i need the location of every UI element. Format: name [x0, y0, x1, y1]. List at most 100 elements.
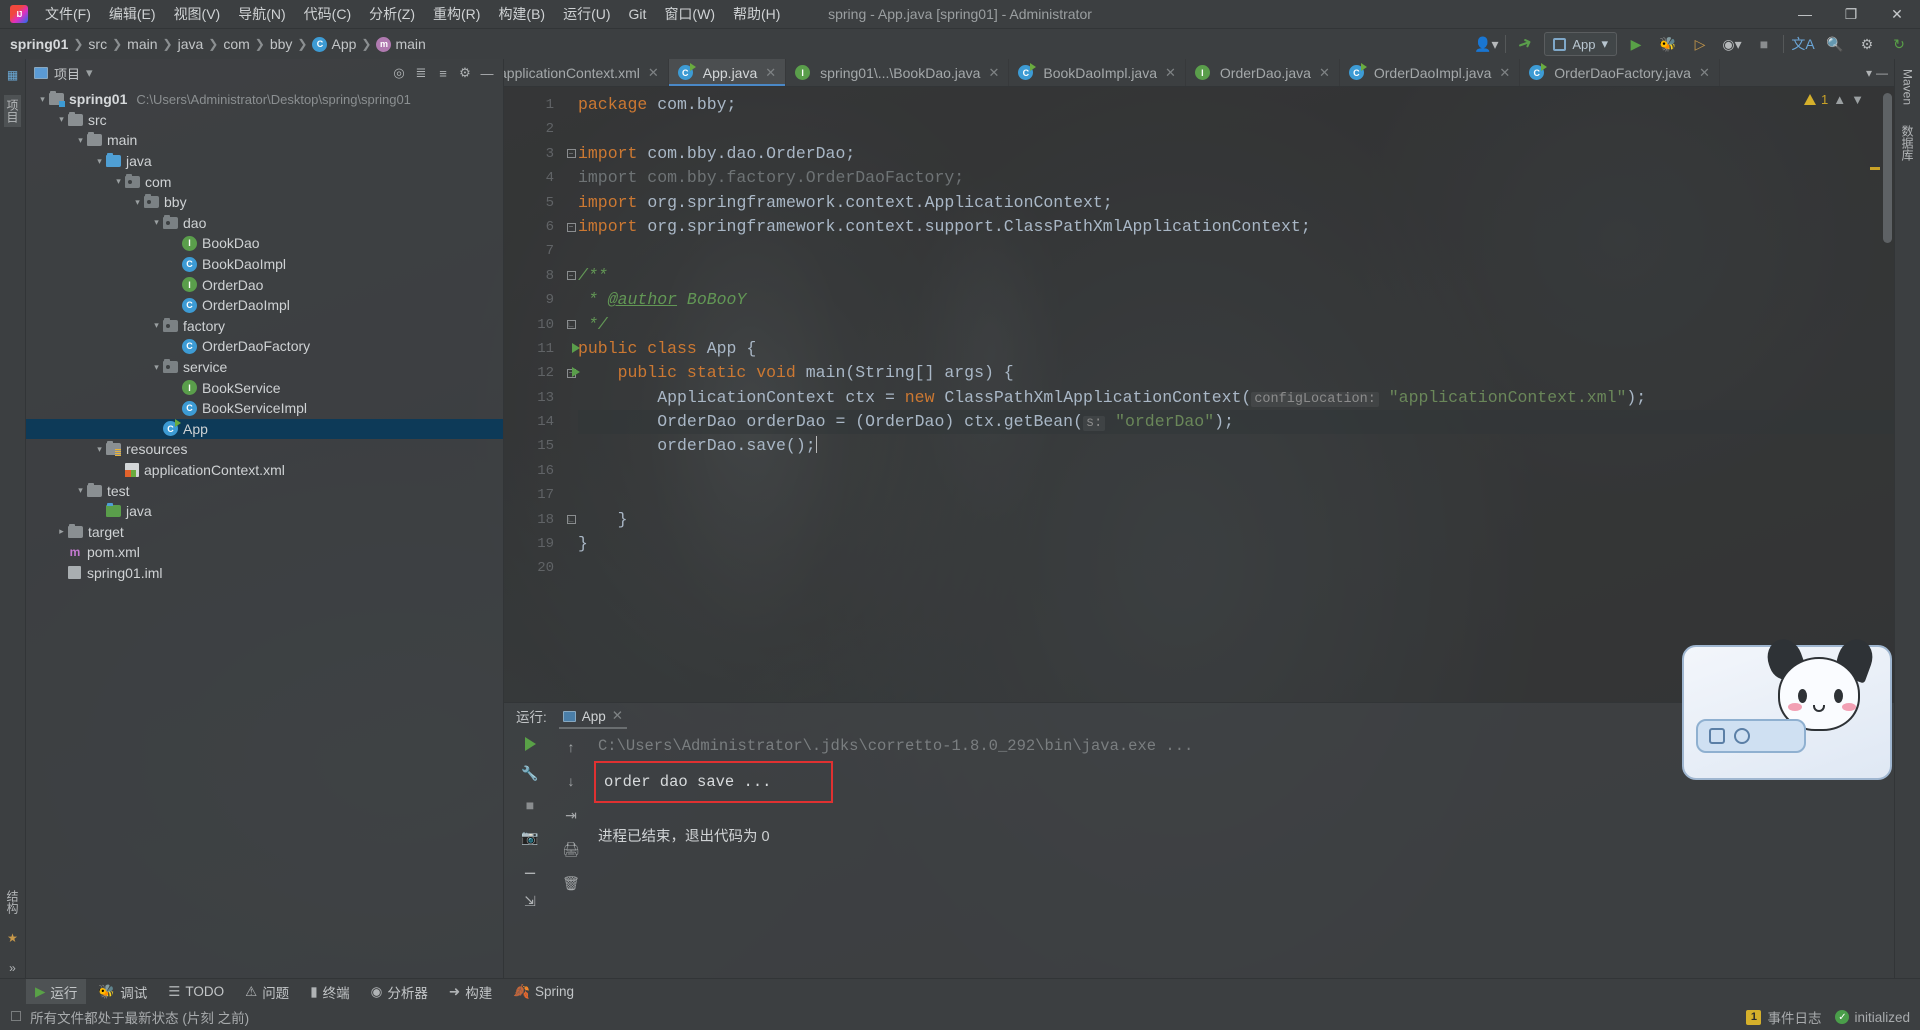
breadcrumb-main-method[interactable]: main [395, 36, 425, 52]
code-line[interactable]: * @author BoBooY [578, 288, 1894, 312]
code-line[interactable]: public static void main(String[] args) { [578, 361, 1894, 385]
hide-icon[interactable]: — [1876, 66, 1888, 80]
expand-rail-icon[interactable]: » [3, 958, 23, 978]
editor-vertical-scrollbar[interactable] [1883, 87, 1892, 702]
menu-git[interactable]: Git [620, 3, 656, 25]
code-folding-column[interactable]: − − − ∟ − ∟ [564, 87, 578, 702]
tree-expand-arrow[interactable]: ▾ [93, 506, 106, 517]
fold-marker[interactable]: ∟ [564, 508, 578, 532]
scroll-up-icon[interactable]: ↑ [560, 737, 582, 757]
tree-node-bookdao[interactable]: ▾I BookDao [26, 233, 503, 254]
tree-node-java[interactable]: ▾ java [26, 151, 503, 172]
menu-build[interactable]: 构建(B) [489, 1, 554, 27]
editor-tab-spring01-bookdao-java[interactable]: Ispring01\...\BookDao.java ✕ [786, 59, 1010, 86]
rail-item-structure[interactable]: 结构 [4, 886, 21, 918]
tree-expand-arrow[interactable]: ▾ [169, 341, 182, 352]
code-line[interactable]: */ [578, 313, 1894, 337]
menu-file[interactable]: 文件(F) [36, 1, 100, 27]
code-line[interactable]: import com.bby.factory.OrderDaoFactory; [578, 166, 1894, 190]
code-line[interactable]: orderDao.save(); [578, 434, 1894, 458]
code-line[interactable]: import org.springframework.context.Appli… [578, 191, 1894, 215]
tool-window-spring[interactable]: 🍂 Spring [504, 981, 583, 1003]
maximize-button[interactable]: ❐ [1828, 0, 1874, 29]
tree-expand-arrow[interactable]: ▾ [74, 485, 87, 496]
tree-node-spring01[interactable]: ▾ spring01 C:\Users\Administrator\Desktop\… [26, 89, 503, 110]
fold-marker[interactable]: − [564, 142, 578, 166]
stop-icon[interactable]: ■ [1751, 32, 1777, 56]
menu-window[interactable]: 窗口(W) [655, 1, 724, 27]
build-hammer-icon[interactable]: ➜ [1509, 28, 1542, 59]
rail-item-project[interactable]: 项目 [4, 95, 21, 127]
code-line[interactable]: ApplicationContext ctx = new ClassPathXm… [578, 386, 1894, 410]
fold-end-icon[interactable]: ∟ [566, 515, 576, 525]
tree-node-main[interactable]: ▾ main [26, 130, 503, 151]
chevron-down-icon[interactable]: ▼ [1851, 92, 1864, 107]
fold-collapse-icon[interactable]: − [566, 222, 576, 232]
editor-tab-applicationcontext-xml[interactable]: applicationContext.xml ✕ [504, 59, 669, 86]
user-icon[interactable]: 👤▾ [1473, 32, 1499, 56]
collapse-all-icon[interactable]: ≡ [433, 63, 453, 83]
fold-marker[interactable]: ∟ [564, 313, 578, 337]
tree-node-target[interactable]: ▸ target [26, 521, 503, 542]
profiler-icon[interactable]: ◉▾ [1719, 32, 1745, 56]
settings-icon[interactable]: ⚙ [455, 63, 475, 83]
code-line[interactable]: } [578, 508, 1894, 532]
tree-node-orderdaoimpl[interactable]: ▾C OrderDaoImpl [26, 295, 503, 316]
code-line[interactable] [578, 239, 1894, 263]
tree-expand-arrow[interactable]: ▾ [169, 238, 182, 249]
tree-node-factory[interactable]: ▾ factory [26, 316, 503, 337]
clear-all-icon[interactable]: 🗑 [560, 873, 582, 893]
menu-code[interactable]: 代码(C) [295, 1, 360, 27]
search-icon[interactable]: 🔍 [1822, 32, 1848, 56]
inspection-status[interactable]: 1 ▲ ▼ [1804, 92, 1864, 107]
code-line[interactable]: import org.springframework.context.suppo… [578, 215, 1894, 239]
menu-analyze[interactable]: 分析(Z) [360, 1, 424, 27]
menu-view[interactable]: 视图(V) [165, 1, 230, 27]
code-line[interactable]: OrderDao orderDao = (OrderDao) ctx.getBe… [578, 410, 1894, 435]
breadcrumb-bby[interactable]: bby [270, 36, 293, 52]
run-icon[interactable]: ▶ [1623, 32, 1649, 56]
tool-window--[interactable]: ◉ 分析器 [362, 979, 437, 1005]
tree-node-src[interactable]: ▾ src [26, 110, 503, 131]
tree-node-app[interactable]: ▾CApp [26, 418, 503, 440]
run-tab-app[interactable]: App ✕ [555, 706, 631, 729]
close-icon[interactable]: ✕ [648, 65, 659, 81]
tree-expand-arrow[interactable]: ▾ [74, 135, 87, 146]
close-icon[interactable]: ✕ [1499, 65, 1510, 81]
menu-refactor[interactable]: 重构(R) [424, 1, 489, 27]
tree-node-resources[interactable]: ▾ resources [26, 439, 503, 460]
code-line[interactable]: package com.bby; [578, 93, 1894, 117]
editor-tab-app-java[interactable]: C App.java ✕ [668, 59, 787, 86]
rerun-icon[interactable] [524, 737, 536, 751]
run-coverage-icon[interactable]: ▷ [1687, 32, 1713, 56]
tree-expand-arrow[interactable]: ▾ [112, 176, 125, 187]
close-icon[interactable]: ✕ [1165, 65, 1176, 81]
tree-expand-arrow[interactable]: ▾ [150, 362, 163, 373]
fold-collapse-icon[interactable]: − [566, 149, 576, 159]
tree-node-java[interactable]: ▾ java [26, 501, 503, 522]
breadcrumb-com[interactable]: com [223, 36, 249, 52]
tree-expand-arrow[interactable]: ▾ [150, 320, 163, 331]
close-button[interactable]: ✕ [1874, 0, 1920, 29]
tool-window-bar[interactable]: ▶ 运行 🐝 调试 ☰ TODO ⚠ 问题 ▮ 终端 ◉ 分析器 ➜ 构建 🍂 Spring [0, 978, 1920, 1005]
chevron-down-icon[interactable]: ▾ [86, 65, 93, 81]
tree-expand-arrow[interactable]: ▾ [55, 567, 68, 578]
settings-icon[interactable]: ⚙ [1854, 32, 1880, 56]
debug-icon[interactable]: 🐝 [1655, 32, 1681, 56]
code-line[interactable]: /** [578, 264, 1894, 288]
close-icon[interactable]: ✕ [765, 65, 776, 81]
favorites-icon[interactable]: ★ [3, 928, 23, 948]
print-icon[interactable]: 🖨 [560, 839, 582, 859]
thread-dump-icon[interactable]: ⚊ [519, 859, 541, 879]
stop-icon[interactable]: ■ [519, 795, 541, 815]
tree-node-bookdaoimpl[interactable]: ▾C BookDaoImpl [26, 254, 503, 275]
tree-expand-arrow[interactable]: ▾ [169, 382, 182, 393]
camera-icon[interactable]: 📷 [519, 827, 541, 847]
code-line[interactable] [578, 556, 1894, 580]
tree-expand-arrow[interactable]: ▾ [169, 403, 182, 414]
code-line[interactable]: public class App { [578, 337, 1894, 361]
update-icon[interactable]: ↻ [1886, 32, 1912, 56]
run-configuration-selector[interactable]: App ▾ [1544, 32, 1617, 56]
code-line[interactable]: import com.bby.dao.OrderDao; [578, 142, 1894, 166]
tree-expand-arrow[interactable]: ▾ [150, 217, 163, 228]
